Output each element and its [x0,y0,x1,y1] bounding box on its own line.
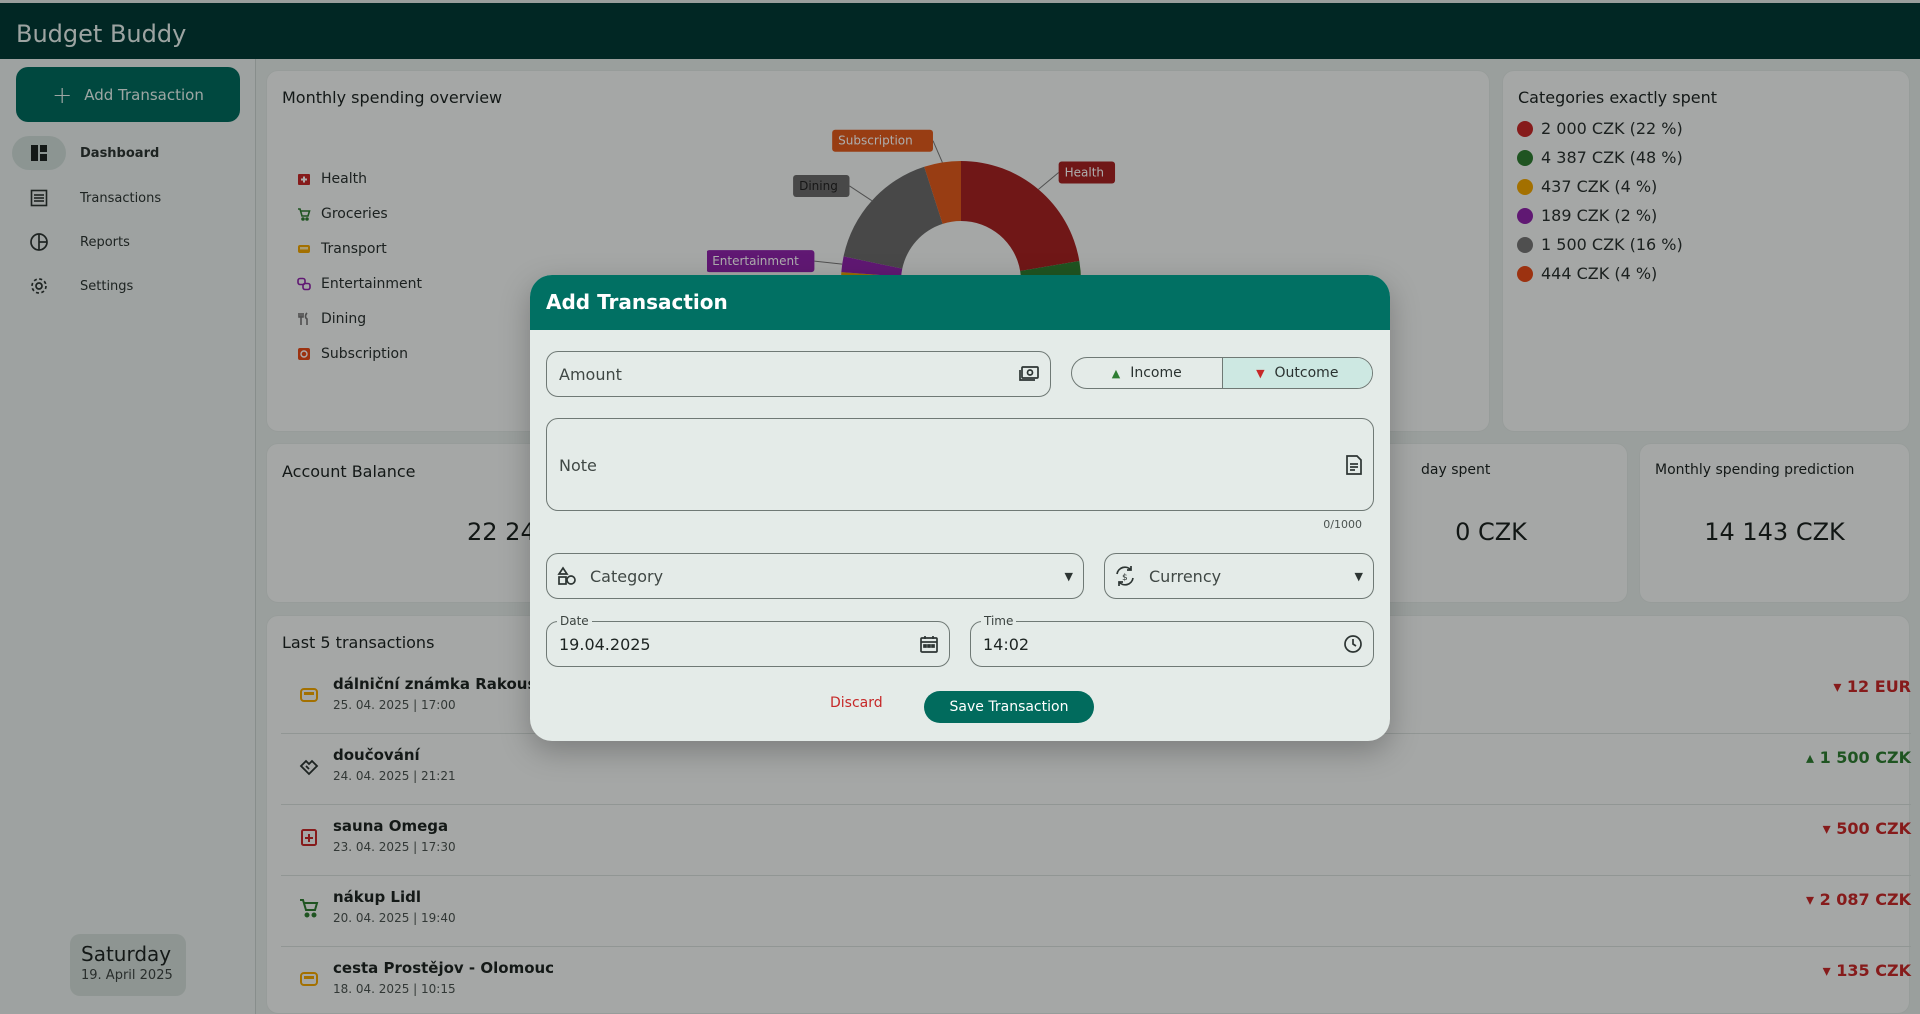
amount-placeholder: Amount [559,365,622,384]
dropdown-arrow-icon: ▼ [1064,570,1073,583]
svg-text:$: $ [1122,573,1128,583]
category-placeholder: Category [590,567,664,586]
dialog-title: Add Transaction [530,275,1390,330]
currency-exchange-icon: $ [1113,564,1137,588]
arrow-up-icon: ▲ [1111,366,1121,380]
date-field[interactable]: Date 19.04.2025 [546,614,950,667]
currency-select[interactable]: $ Currency ▼ [1104,553,1374,599]
time-value: 14:02 [983,635,1030,654]
date-value: 19.04.2025 [559,635,651,654]
time-field[interactable]: Time 14:02 [970,614,1374,667]
note-field[interactable]: Note [546,418,1374,511]
note-placeholder: Note [559,456,597,475]
transaction-type-toggle: ▲ Income ▼ Outcome [1071,357,1373,389]
amount-field[interactable]: Amount [546,351,1051,397]
income-label: Income [1130,365,1182,381]
clock-icon[interactable] [1343,634,1363,654]
currency-placeholder: Currency [1149,567,1222,586]
outcome-label: Outcome [1274,365,1339,381]
discard-button[interactable]: Discard [830,695,883,711]
note-counter: 0/1000 [1323,518,1362,531]
date-label: Date [557,614,592,628]
shapes-icon [557,566,577,586]
document-icon [1345,455,1363,475]
category-select[interactable]: Category ▼ [546,553,1084,599]
save-transaction-button[interactable]: Save Transaction [924,691,1094,723]
add-transaction-dialog: Add Transaction Amount ▲ Income ▼ Outcom… [530,275,1390,741]
outcome-option[interactable]: ▼ Outcome [1221,358,1372,388]
calendar-icon[interactable] [919,634,939,654]
cash-icon [1018,364,1040,384]
time-label: Time [981,614,1017,628]
income-option[interactable]: ▲ Income [1072,358,1222,388]
arrow-down-icon: ▼ [1256,366,1265,380]
dropdown-arrow-icon: ▼ [1354,570,1363,583]
